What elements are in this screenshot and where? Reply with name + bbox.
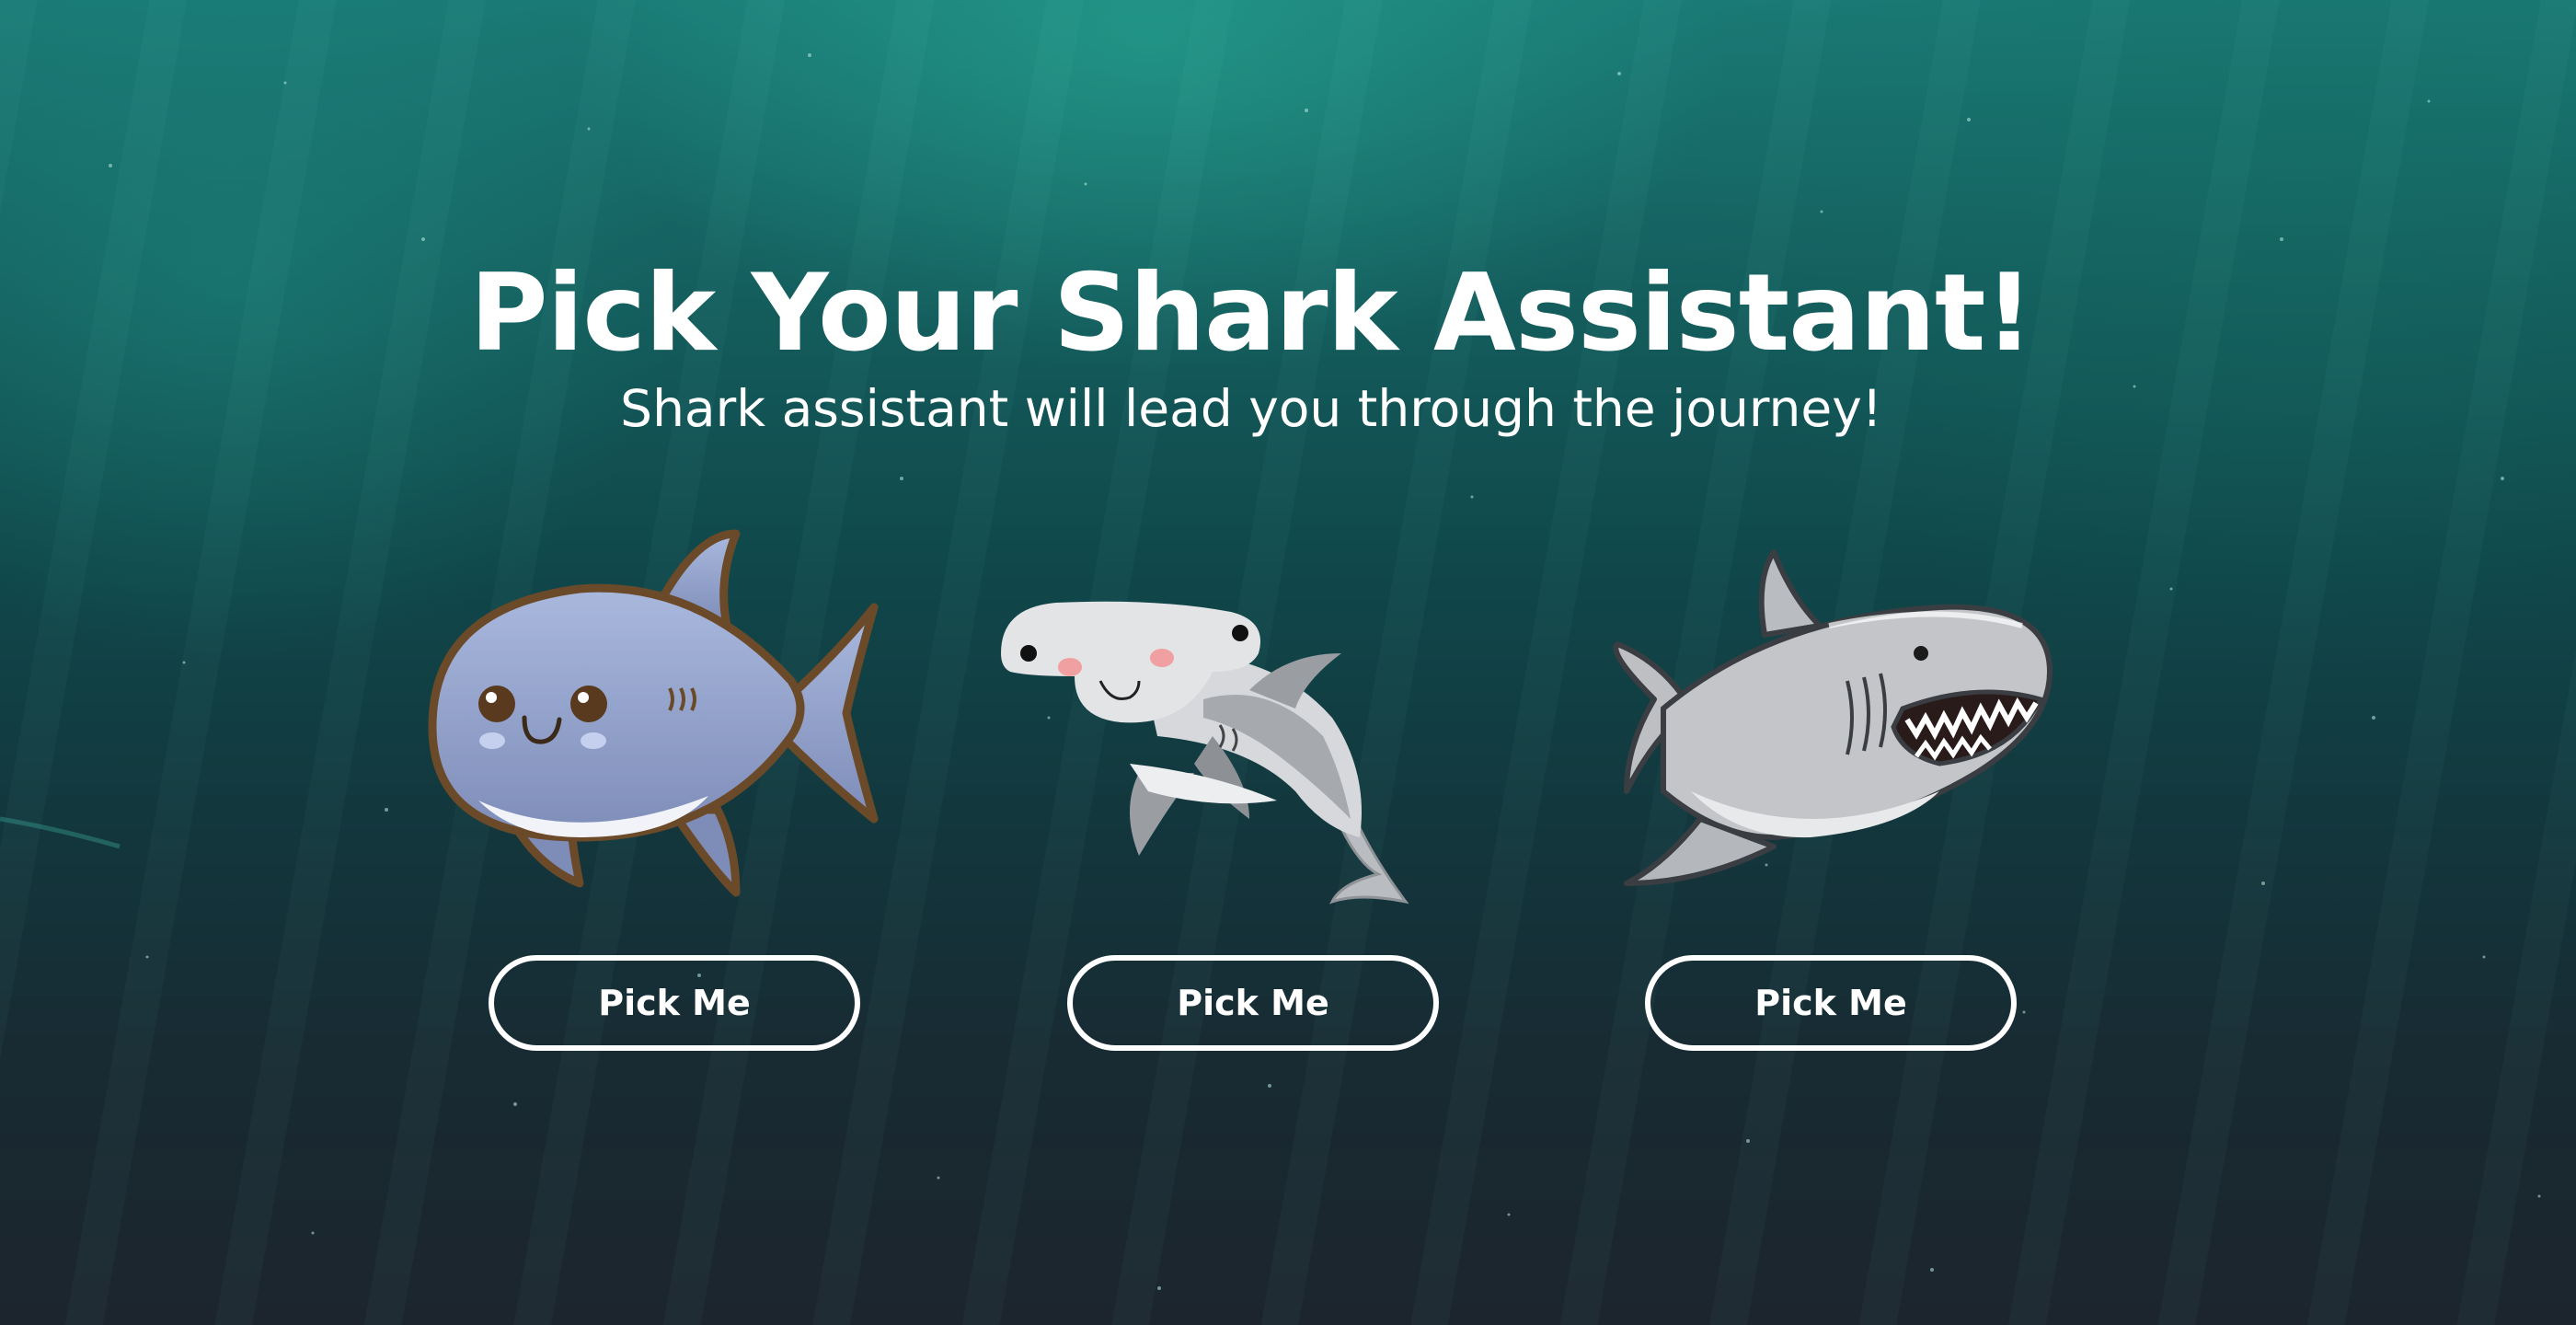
- page-title: Pick Your Shark Assistant!: [469, 251, 2034, 375]
- pick-me-button-cute-shark[interactable]: Pick Me: [489, 955, 860, 1051]
- shark-card-hammerhead: Pick Me: [973, 515, 1544, 1067]
- shark-card-great-white: Pick Me: [1553, 515, 2123, 1067]
- pick-me-button-great-white[interactable]: Pick Me: [1645, 955, 2017, 1051]
- cute-shark-illustration: [428, 529, 879, 897]
- pick-me-button-hammerhead[interactable]: Pick Me: [1067, 955, 1439, 1051]
- page-subtitle: Shark assistant will lead you through th…: [620, 379, 1882, 438]
- underwater-background: Pick Your Shark Assistant! Shark assista…: [0, 0, 2576, 1325]
- shark-card-cute: Pick Me: [396, 515, 966, 1067]
- great-white-shark-illustration: [1613, 549, 2053, 886]
- hammerhead-shark-illustration: [1001, 601, 1409, 904]
